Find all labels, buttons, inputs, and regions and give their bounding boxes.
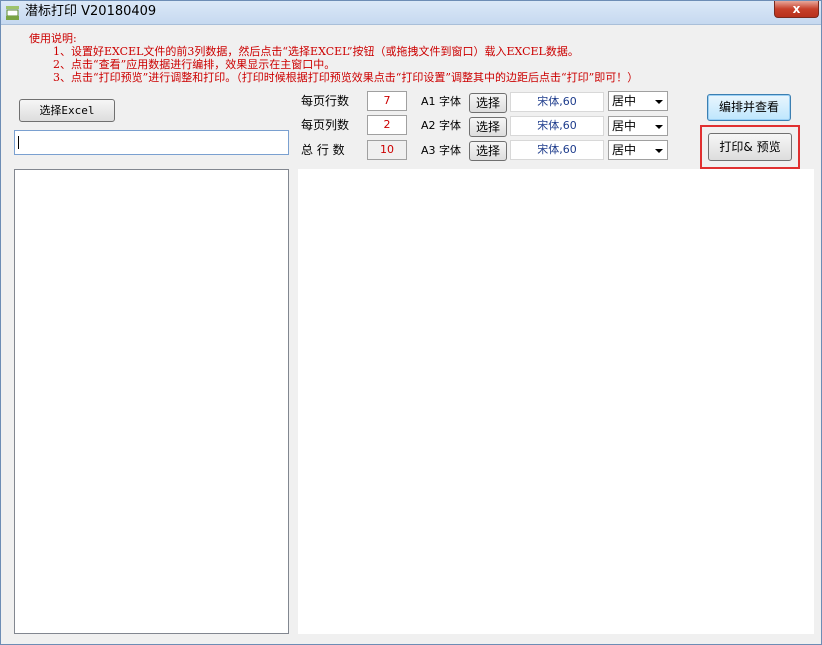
a2-choose-font-button[interactable]: 选择 <box>469 117 507 137</box>
select-excel-button[interactable]: 选择Excel <box>19 99 115 122</box>
instruction-line-2: 2、点击“查看”应用数据进行编排，效果显示在主窗口中。 <box>53 58 336 71</box>
chevron-down-icon <box>655 100 663 104</box>
title-bar[interactable]: 潜标打印 V20180409 x <box>1 1 821 25</box>
total-rows-value: 10 <box>367 140 407 160</box>
a3-align-value: 居中 <box>612 143 637 157</box>
a3-align-select[interactable]: 居中 <box>608 140 668 160</box>
rows-per-page-label: 每页行数 <box>301 94 350 108</box>
preview-panel[interactable] <box>298 169 814 634</box>
a1-font-value: 宋体,60 <box>510 92 604 112</box>
a3-choose-font-button[interactable]: 选择 <box>469 141 507 161</box>
instruction-line-3: 3、点击“打印预览”进行调整和打印。（打印时候根据打印预览效果点击“打印设置”调… <box>53 71 639 84</box>
a3-font-value: 宋体,60 <box>510 140 604 160</box>
a2-font-label: A2 字体 <box>421 119 462 132</box>
a3-font-label: A3 字体 <box>421 144 462 157</box>
a1-align-select[interactable]: 居中 <box>608 91 668 111</box>
cols-per-page-label: 每页列数 <box>301 118 350 132</box>
a1-font-label: A1 字体 <box>421 95 462 108</box>
rows-per-page-input[interactable]: 7 <box>367 91 407 111</box>
total-rows-label: 总 行 数 <box>301 143 345 157</box>
file-path-input[interactable] <box>14 130 289 155</box>
cols-per-page-input[interactable]: 2 <box>367 115 407 135</box>
a2-font-value: 宋体,60 <box>510 116 604 136</box>
data-list-panel[interactable] <box>14 169 289 634</box>
chevron-down-icon <box>655 149 663 153</box>
compose-and-view-button[interactable]: 编排并查看 <box>707 94 791 121</box>
usage-instructions: 使用说明: 1、设置好EXCEL文件的前3列数据，然后点击“选择EXCEL”按钮… <box>29 32 638 84</box>
text-caret <box>18 136 19 149</box>
close-button[interactable]: x <box>774 1 819 18</box>
close-icon: x <box>792 2 801 16</box>
instructions-heading: 使用说明: <box>29 32 77 45</box>
a1-align-value: 居中 <box>612 94 637 108</box>
a1-choose-font-button[interactable]: 选择 <box>469 93 507 113</box>
main-window: 潜标打印 V20180409 x 使用说明: 1、设置好EXCEL文件的前3列数… <box>0 0 822 645</box>
a2-align-value: 居中 <box>612 119 637 133</box>
chevron-down-icon <box>655 125 663 129</box>
instruction-line-1: 1、设置好EXCEL文件的前3列数据，然后点击“选择EXCEL”按钮（或拖拽文件… <box>53 45 579 58</box>
window-title: 潜标打印 V20180409 <box>25 4 157 19</box>
app-icon <box>6 6 19 20</box>
a2-align-select[interactable]: 居中 <box>608 116 668 136</box>
print-preview-button[interactable]: 打印& 预览 <box>708 133 792 161</box>
